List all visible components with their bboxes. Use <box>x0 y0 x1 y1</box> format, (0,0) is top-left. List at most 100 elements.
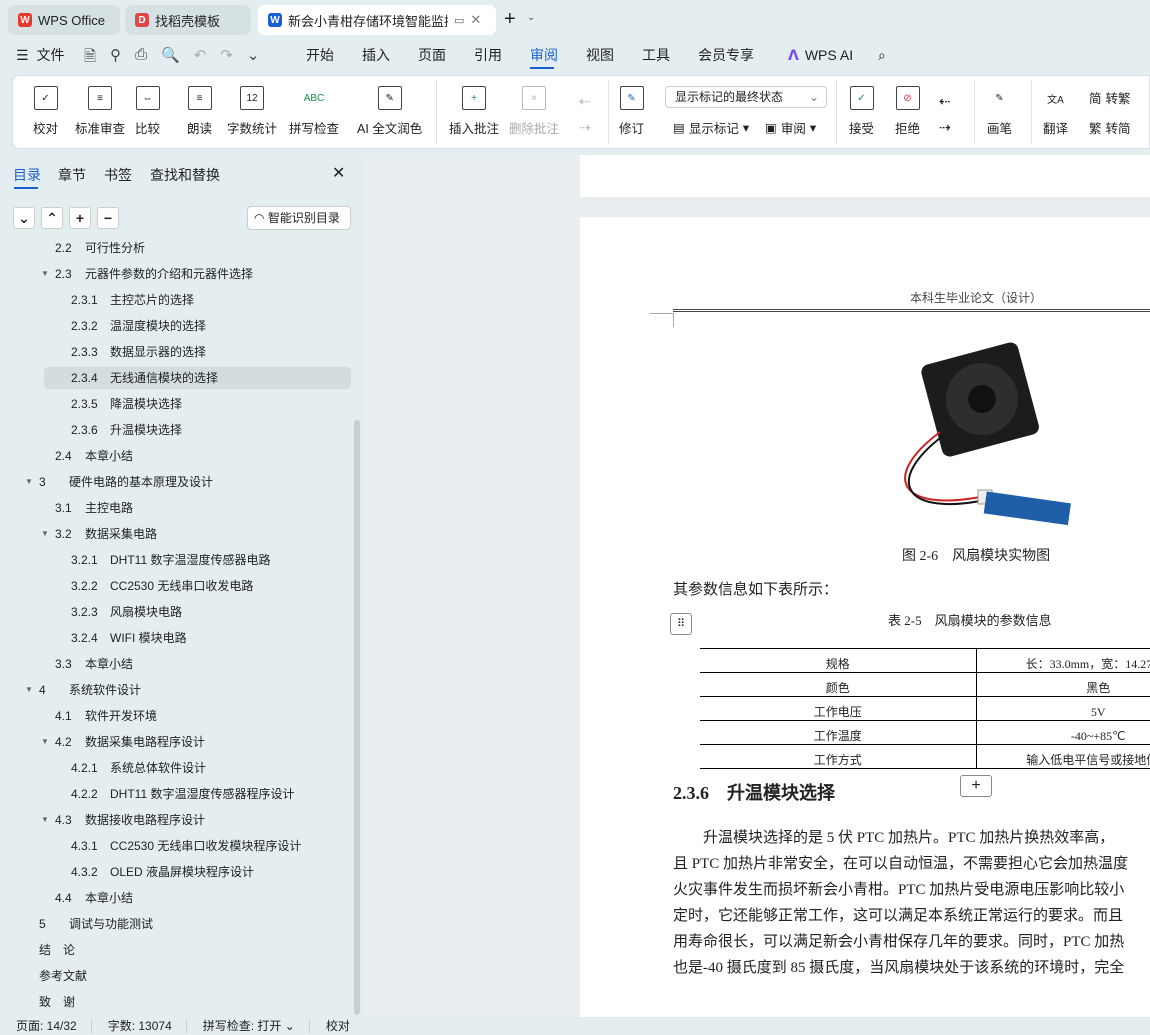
toc-item[interactable]: 3.2.3 风扇模块电路 <box>44 601 351 623</box>
redo-icon[interactable]: ↷ <box>220 46 233 71</box>
insert-comment-button[interactable]: + 插入批注 <box>449 86 499 137</box>
undo-icon[interactable]: ↶ <box>194 46 207 71</box>
toc-item[interactable]: 2.3.6 升温模块选择 <box>44 419 351 441</box>
expand-arrow-icon[interactable]: ▼ <box>41 263 49 285</box>
page-indicator[interactable]: 页面: 14/32 <box>0 1019 92 1033</box>
wps-ai-button[interactable]: ᐱ WPS AI <box>788 47 878 64</box>
table-handle-icon[interactable]: ⠿ <box>670 613 692 635</box>
spell-check-button[interactable]: ABC 拼写检查 <box>289 86 339 137</box>
close-tab-icon[interactable]: ✕ <box>470 12 481 28</box>
to-simplified-button[interactable]: 繁转简 <box>1089 118 1131 137</box>
comment-nav-icons[interactable]: ⇠ ⇢ <box>579 88 591 140</box>
toc-item[interactable]: 2.3.3 数据显示器的选择 <box>44 341 351 363</box>
expand-arrow-icon[interactable]: ▼ <box>25 471 33 493</box>
sidebar-tab-toc[interactable]: 目录 <box>13 165 41 189</box>
toc-item[interactable]: 2.4 本章小结 <box>44 445 351 467</box>
delete-comment-button[interactable]: × 删除批注 <box>509 86 559 137</box>
reject-button[interactable]: ⊘ 拒绝 <box>895 86 920 137</box>
toc-item[interactable]: ▼ 2.3 元器件参数的介绍和元器件选择 <box>41 263 351 285</box>
menu-start[interactable]: 开始 <box>306 45 362 65</box>
toc-item[interactable]: 2.2 可行性分析 <box>44 237 351 259</box>
print-preview-icon[interactable]: 🔍 <box>161 46 180 71</box>
toc-item[interactable]: 4.2.2 DHT11 数字温湿度传感器程序设计 <box>44 783 351 805</box>
change-nav-icons[interactable]: ⇠ ⇢ <box>939 88 951 140</box>
toc-item[interactable]: 4.3.1 CC2530 无线串口收发模块程序设计 <box>44 835 351 857</box>
tab-docer[interactable]: D 找稻壳模板 <box>125 5 251 35</box>
toc-item[interactable]: 4.4 本章小结 <box>44 887 351 909</box>
search-icon[interactable]: ⌕ <box>878 47 886 64</box>
close-pane-icon[interactable]: ✕ <box>332 163 345 183</box>
toc-item[interactable]: 3.2.2 CC2530 无线串口收发电路 <box>44 575 351 597</box>
spell-check-status[interactable]: 拼写检查: 打开 ⌄ <box>187 1019 310 1033</box>
share-icon[interactable]: ⚲ <box>110 46 121 71</box>
track-changes-button[interactable]: ✎ 修订 <box>619 86 644 137</box>
menu-page[interactable]: 页面 <box>418 45 474 65</box>
toc-item[interactable]: ▼ 3.2 数据采集电路 <box>41 523 351 545</box>
proofread-button[interactable]: ✓ 校对 <box>33 86 58 137</box>
toc-item[interactable]: 4.1 软件开发环境 <box>44 705 351 727</box>
markup-mode-select[interactable]: 显示标记的最终状态 ⌄ <box>665 86 827 108</box>
review-pane-button[interactable]: ▣ 审阅 ▾ <box>765 118 816 137</box>
sidebar-tab-bookmarks[interactable]: 书签 <box>104 165 132 185</box>
standard-review-icon: ≡ <box>88 86 112 110</box>
toc-item[interactable]: 3.2.4 WIFI 模块电路 <box>44 627 351 649</box>
menu-member[interactable]: 会员专享 <box>698 45 788 65</box>
toc-item[interactable]: 4.2.1 系统总体软件设计 <box>44 757 351 779</box>
toc-item[interactable]: 2.3.4 无线通信模块的选择 <box>44 367 351 389</box>
word-count[interactable]: 字数: 13074 <box>92 1019 187 1033</box>
ai-polish-button[interactable]: ✎ AI 全文润色 <box>357 86 422 137</box>
toc-item[interactable]: 参考文献 <box>39 965 351 987</box>
remove-level-button[interactable]: − <box>97 207 119 229</box>
menu-reference[interactable]: 引用 <box>474 45 530 65</box>
expand-arrow-icon[interactable]: ▼ <box>41 809 49 831</box>
toc-item[interactable]: 3.1 主控电路 <box>44 497 351 519</box>
toc-item[interactable]: ▼ 4 系统软件设计 <box>25 679 351 701</box>
read-aloud-button[interactable]: ≡ 朗读 <box>187 86 212 137</box>
toc-item[interactable]: 2.3.1 主控芯片的选择 <box>44 289 351 311</box>
print-icon[interactable]: ⎙ <box>135 46 147 71</box>
to-traditional-button[interactable]: 简转繁 <box>1089 88 1131 107</box>
toc-item[interactable]: 4.3.2 OLED 液晶屏模块程序设计 <box>44 861 351 883</box>
toc-scrollbar[interactable] <box>354 420 360 1015</box>
standard-review-button[interactable]: ≡ 标准审查 <box>75 86 125 137</box>
pen-button[interactable]: ✎ 画笔 <box>987 86 1012 137</box>
more-chevron-icon[interactable]: ⌄ <box>247 46 260 71</box>
toc-item[interactable]: 5 调试与功能测试 <box>39 913 351 935</box>
accept-button[interactable]: ✓ 接受 <box>849 86 874 137</box>
smart-toc-button[interactable]: ◠ 智能识别目录 <box>247 206 351 230</box>
menu-view[interactable]: 视图 <box>586 45 642 65</box>
menu-review[interactable]: 审阅 <box>530 45 586 69</box>
toc-item[interactable]: ▼ 3 硬件电路的基本原理及设计 <box>25 471 351 493</box>
toc-item[interactable]: ▼ 4.2 数据采集电路程序设计 <box>41 731 351 753</box>
translate-button[interactable]: 文A 翻译 <box>1043 86 1068 137</box>
proofread-status[interactable]: 校对 <box>310 1019 364 1033</box>
word-count-button[interactable]: 12 字数统计 <box>227 86 277 137</box>
expand-down-button[interactable]: ⌄ <box>13 207 35 229</box>
show-markup-button[interactable]: ▤ 显示标记 ▾ <box>673 118 749 137</box>
compare-button[interactable]: ⇔ 比较 <box>135 86 160 137</box>
toc-item[interactable]: 2.3.5 降温模块选择 <box>44 393 351 415</box>
collapse-up-button[interactable]: ⌃ <box>41 207 63 229</box>
body-line: 火灾事件发生而损坏新会小青柑。PTC 加热片受电源电压影响比较小 <box>673 882 1125 898</box>
toc-item[interactable]: 3.2.1 DHT11 数字温湿度传感器电路 <box>44 549 351 571</box>
file-menu[interactable]: ☰ 文件 <box>16 40 65 70</box>
toc-item[interactable]: 结 论 <box>39 939 351 961</box>
toc-item[interactable]: ▼ 4.3 数据接收电路程序设计 <box>41 809 351 831</box>
sidebar-tab-sections[interactable]: 章节 <box>58 165 86 185</box>
toc-item[interactable]: 2.3.2 温湿度模块的选择 <box>44 315 351 337</box>
menu-insert[interactable]: 插入 <box>362 45 418 65</box>
expand-arrow-icon[interactable]: ▼ <box>25 679 33 701</box>
add-level-button[interactable]: + <box>69 207 91 229</box>
save-icon[interactable]: 🗎 <box>84 46 96 71</box>
tab-wps-office[interactable]: W WPS Office <box>8 5 120 35</box>
tab-document[interactable]: W 新会小青柑存储环境智能监控 ▭ ✕ <box>258 5 496 35</box>
expand-arrow-icon[interactable]: ▼ <box>41 731 49 753</box>
add-row-button[interactable]: + <box>960 775 992 797</box>
tab-list-chevron-icon[interactable]: ⌄ <box>527 12 535 23</box>
toc-item[interactable]: 3.3 本章小结 <box>44 653 351 675</box>
expand-arrow-icon[interactable]: ▼ <box>41 523 49 545</box>
new-tab-button[interactable]: + <box>504 8 516 31</box>
menu-tools[interactable]: 工具 <box>642 45 698 65</box>
toc-item[interactable]: 致 谢 <box>39 991 351 1013</box>
sidebar-tab-find-replace[interactable]: 查找和替换 <box>150 165 220 185</box>
